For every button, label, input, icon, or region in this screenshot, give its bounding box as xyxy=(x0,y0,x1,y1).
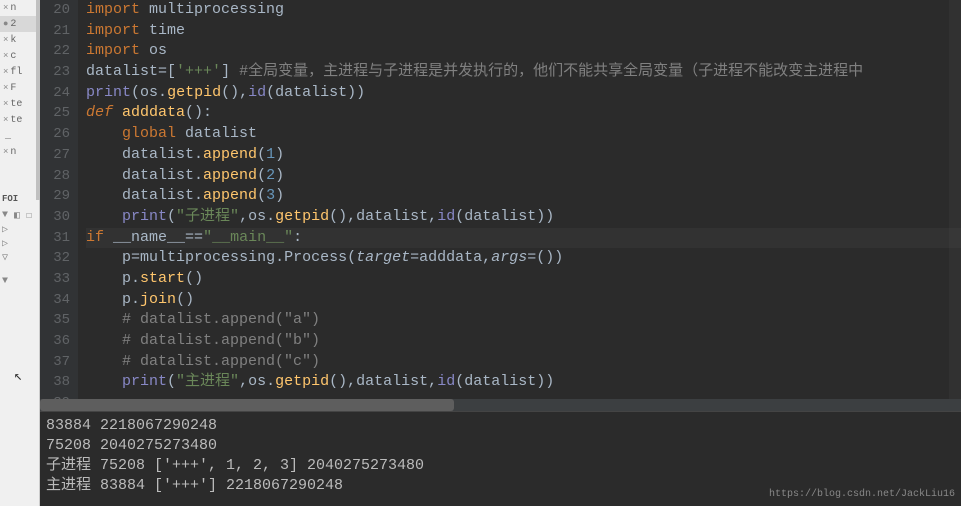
tab-label: n xyxy=(10,147,16,158)
tab-label: F xyxy=(10,83,16,94)
line-number: 28 xyxy=(52,166,70,187)
line-number: 27 xyxy=(52,145,70,166)
tab-label: c xyxy=(10,51,16,62)
sidebar-tab[interactable]: _ xyxy=(0,128,39,144)
line-number: 32 xyxy=(52,248,70,269)
line-number: 30 xyxy=(52,207,70,228)
line-number: 36 xyxy=(52,331,70,352)
sidebar-scrollbar[interactable] xyxy=(36,0,40,200)
tab-label: k xyxy=(10,35,16,46)
folders-label: FOI xyxy=(0,190,39,208)
line-number: 25 xyxy=(52,103,70,124)
line-number: 23 xyxy=(52,62,70,83)
sidebar-tab[interactable]: ×te xyxy=(0,112,39,128)
horizontal-scrollbar[interactable] xyxy=(40,399,961,411)
line-number: 31 xyxy=(52,228,70,249)
sidebar-tab[interactable]: ×c xyxy=(0,48,39,64)
gutter: 20 21 22 23 24 25 26 27 28 29 30 31 32 3… xyxy=(40,0,78,399)
line-number: 20 xyxy=(52,0,70,21)
tab-label: te xyxy=(10,115,22,126)
tab-label: te xyxy=(10,99,22,110)
line-number: 34 xyxy=(52,290,70,311)
sidebar-tab[interactable]: ×n xyxy=(0,0,39,16)
line-number: 26 xyxy=(52,124,70,145)
sidebar-tab[interactable]: ×fl xyxy=(0,64,39,80)
sidebar-tab[interactable]: ×F xyxy=(0,80,39,96)
close-icon[interactable]: × xyxy=(3,35,8,45)
close-icon[interactable]: × xyxy=(3,83,8,93)
terminal-line: 75208 2040275273480 xyxy=(46,436,955,456)
tab-label: _ xyxy=(5,131,11,142)
sidebar-tab[interactable]: ×te xyxy=(0,96,39,112)
close-icon[interactable]: × xyxy=(3,99,8,109)
scrollbar-thumb[interactable] xyxy=(40,399,454,411)
line-number: 22 xyxy=(52,41,70,62)
close-icon[interactable]: × xyxy=(3,51,8,61)
play-icon[interactable]: ▷ xyxy=(2,238,12,248)
chevron-down-icon[interactable]: ▼ xyxy=(2,210,12,220)
terminal-line: 子进程 75208 ['+++', 1, 2, 3] 2040275273480 xyxy=(46,456,955,476)
sidebar-tab[interactable]: ●2 xyxy=(0,16,39,32)
play-icon[interactable]: ▷ xyxy=(2,224,12,234)
chevron-down-icon[interactable]: ▼ xyxy=(2,276,12,286)
close-icon[interactable]: × xyxy=(3,67,8,77)
code-editor[interactable]: 20 21 22 23 24 25 26 27 28 29 30 31 32 3… xyxy=(40,0,961,399)
line-number: 37 xyxy=(52,352,70,373)
sidebar: ×n ●2 ×k ×c ×fl ×F ×te ×te _ ×n FOI ▼ ◧ … xyxy=(0,0,40,506)
close-icon[interactable]: × xyxy=(3,3,8,13)
sidebar-tab[interactable]: ×k xyxy=(0,32,39,48)
tab-label: n xyxy=(10,3,16,14)
tab-label: fl xyxy=(10,67,22,78)
terminal-line: 83884 2218067290248 xyxy=(46,416,955,436)
line-number: 33 xyxy=(52,269,70,290)
line-number: 38 xyxy=(52,372,70,393)
panel-icon[interactable]: ◧ xyxy=(14,210,24,220)
watermark: https://blog.csdn.net/JackLiu16 xyxy=(769,489,955,500)
sidebar-toolbar: ▼ ◧ ☐ xyxy=(0,208,39,222)
dirty-icon[interactable]: ● xyxy=(3,19,8,29)
close-icon[interactable]: × xyxy=(3,147,8,157)
tab-label: 2 xyxy=(10,19,16,30)
square-icon[interactable]: ☐ xyxy=(26,210,36,220)
code-content[interactable]: import multiprocessing import time impor… xyxy=(78,0,961,399)
minimap-scrollbar[interactable] xyxy=(949,0,961,399)
line-number: 29 xyxy=(52,186,70,207)
line-number: 35 xyxy=(52,310,70,331)
triangle-down-icon[interactable]: ▽ xyxy=(2,252,12,262)
line-number: 24 xyxy=(52,83,70,104)
close-icon[interactable]: × xyxy=(3,115,8,125)
line-number: 21 xyxy=(52,21,70,42)
sidebar-tab[interactable]: ×n xyxy=(0,144,39,160)
